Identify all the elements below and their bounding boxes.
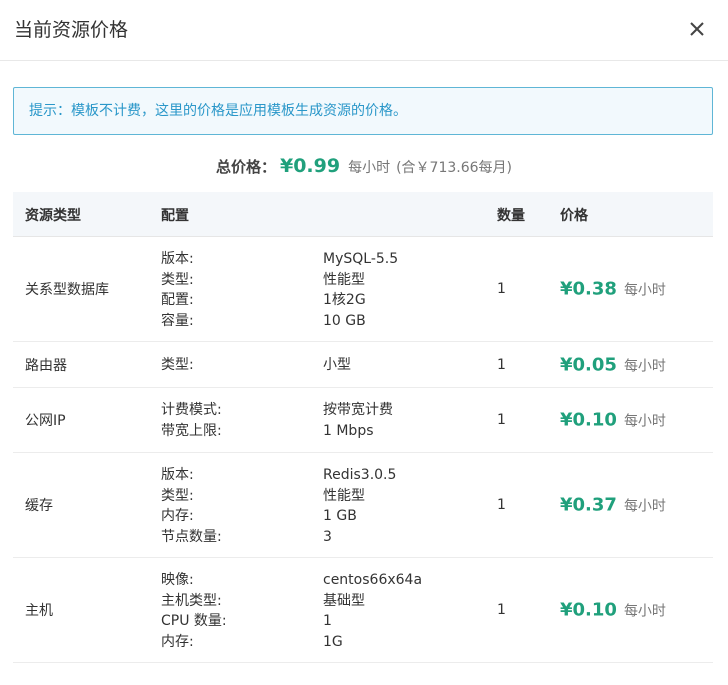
config-label: 类型: (161, 357, 194, 373)
resource-type-cell: 路由器 (25, 357, 67, 374)
price-cell: ¥0.10 每小时 (560, 600, 666, 621)
price-value: ¥0.10 (560, 409, 617, 431)
price-cell: ¥0.05 每小时 (560, 354, 666, 375)
config-value: 1 Mbps (323, 422, 374, 439)
config-value: 3 (323, 528, 332, 545)
quantity-cell: 1 (497, 602, 506, 618)
config-labels-cell: 版本: 类型: 配置: 容量: (161, 249, 194, 331)
config-label: 版本: (161, 467, 194, 483)
tip-banner: 提示：模板不计费，这里的价格是应用模板生成资源的价格。 (13, 87, 713, 135)
price-value: ¥0.05 (560, 354, 617, 375)
price-table: 资源类型 配置 数量 价格 关系型数据库 版本: 类型: 配置: 容量: MySQL-5.… (13, 192, 713, 663)
table-row: 缓存 版本: 类型: 内存: 节点数量: Redis3.0.5 性能型 1 GB 3 1 ¥0.37… (13, 453, 713, 558)
header-price: 价格 (560, 208, 588, 224)
config-labels-cell: 类型: (161, 355, 194, 376)
header-config: 配置 (161, 208, 189, 224)
resource-type-cell: 公网IP (25, 413, 66, 429)
close-button[interactable] (682, 14, 712, 44)
price-unit: 每小时 (623, 282, 666, 299)
config-label: 节点数量: (161, 528, 222, 545)
config-value: 基础型 (323, 592, 365, 609)
table-row: 主机 映像: 主机类型: CPU 数量: 内存: centos66x64a 基础型 1 1G 1 ¥… (13, 558, 713, 663)
price-value: ¥0.10 (560, 599, 617, 621)
dialog-title: 当前资源价格 (14, 19, 129, 41)
config-label: 配置: (161, 292, 194, 308)
resource-type-cell: 缓存 (25, 498, 53, 514)
close-icon (690, 22, 704, 36)
header-quantity: 数量 (497, 208, 525, 224)
config-values-cell: 小型 (323, 355, 351, 376)
price-cell: ¥0.10 每小时 (560, 410, 666, 431)
resource-type-cell: 关系型数据库 (25, 282, 109, 298)
config-values-cell: centos66x64a 基础型 1 1G (323, 570, 422, 652)
config-label: 计费模式: (161, 402, 222, 418)
price-value: ¥0.37 (560, 494, 617, 516)
config-label: 容量: (161, 312, 194, 329)
config-value: 小型 (323, 357, 351, 373)
price-cell: ¥0.38 每小时 (560, 279, 666, 300)
config-label: 内存: (161, 633, 194, 650)
table-row: 路由器 类型: 小型 1 ¥0.05 每小时 (13, 342, 713, 388)
table-row: 关系型数据库 版本: 类型: 配置: 容量: MySQL-5.5 性能型 1核2G 10 GB 1… (13, 237, 713, 342)
total-price-value: ¥0.99 (279, 155, 341, 177)
dialog-header: 当前资源价格 (0, 0, 728, 61)
table-row: 公网IP 计费模式: 带宽上限: 按带宽计费 1 Mbps 1 ¥0.10 每小时 (13, 388, 713, 453)
price-unit: 每小时 (623, 413, 666, 430)
config-value: 按带宽计费 (323, 402, 393, 418)
config-values-cell: 按带宽计费 1 Mbps (323, 400, 393, 441)
config-label: CPU 数量: (161, 613, 227, 629)
quantity-cell: 1 (497, 497, 506, 513)
price-unit: 每小时 (623, 603, 666, 620)
config-value: MySQL-5.5 (323, 251, 399, 267)
config-values-cell: Redis3.0.5 性能型 1 GB 3 (323, 465, 396, 547)
config-value: 10 GB (323, 312, 366, 329)
price-unit: 每小时 (623, 498, 666, 515)
total-monthly: (合￥713.66每月) (396, 160, 513, 176)
price-value: ¥0.38 (560, 278, 617, 300)
config-label: 内存: (161, 508, 194, 524)
config-labels-cell: 映像: 主机类型: CPU 数量: 内存: (161, 570, 227, 652)
config-value: 性能型 (323, 271, 365, 288)
config-value: 1核2G (323, 292, 366, 308)
config-label: 类型: (161, 271, 194, 288)
price-unit: 每小时 (623, 358, 666, 374)
total-label: 总价格： (215, 158, 276, 176)
config-label: 带宽上限: (161, 422, 222, 439)
config-label: 映像: (161, 572, 194, 588)
config-values-cell: MySQL-5.5 性能型 1核2G 10 GB (323, 249, 398, 331)
price-cell: ¥0.37 每小时 (560, 495, 666, 516)
config-label: 主机类型: (161, 592, 222, 609)
config-labels-cell: 计费模式: 带宽上限: (161, 400, 222, 441)
header-resource-type: 资源类型 (25, 208, 81, 224)
quantity-cell: 1 (497, 356, 506, 373)
config-value: 1 (323, 613, 332, 629)
total-unit: 每小时 (348, 160, 391, 176)
quantity-cell: 1 (497, 281, 506, 297)
config-value: centos66x64a (323, 572, 423, 588)
table-header: 资源类型 配置 数量 价格 (13, 192, 713, 237)
resource-type-cell: 主机 (25, 603, 53, 619)
config-label: 版本: (161, 251, 194, 267)
config-value: Redis3.0.5 (323, 467, 397, 483)
config-value: 1 GB (323, 508, 357, 524)
config-value: 性能型 (323, 487, 365, 504)
quantity-cell: 1 (497, 412, 506, 428)
config-label: 类型: (161, 487, 194, 504)
total-price: 总价格： ¥0.99 每小时 (合￥713.66每月) (0, 152, 728, 182)
config-labels-cell: 版本: 类型: 内存: 节点数量: (161, 465, 222, 547)
config-value: 1G (323, 633, 343, 650)
